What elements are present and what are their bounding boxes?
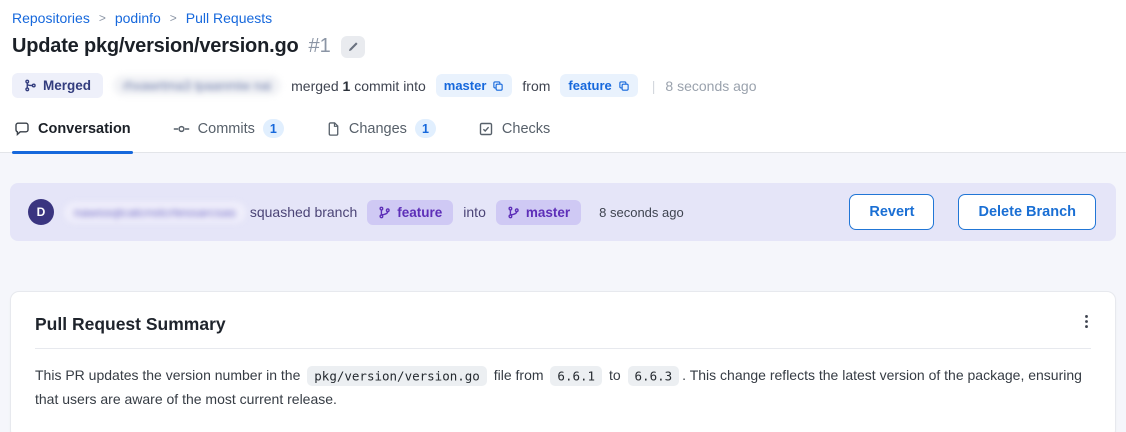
banner-timestamp: 8 seconds ago — [599, 205, 684, 220]
pr-number: #1 — [309, 35, 331, 58]
source-branch-chip[interactable]: feature — [560, 74, 637, 97]
merge-timestamp: 8 seconds ago — [665, 78, 756, 94]
into-label: into — [463, 204, 486, 220]
author-name-redacted: rhxawrtma3 tpaanmiw nai — [113, 75, 281, 96]
target-branch-chip[interactable]: master — [436, 74, 513, 97]
body-text: to — [605, 367, 624, 383]
tab-label: Commits — [198, 121, 255, 137]
breadcrumb: Repositories > podinfo > Pull Requests — [12, 10, 1112, 26]
breadcrumb-separator: > — [170, 11, 177, 25]
banner-author-redacted: nawssqtcatcnstcrtessarcsas — [64, 202, 246, 223]
tab-label: Conversation — [38, 121, 131, 137]
divider: | — [652, 78, 656, 94]
banner-action-text: squashed branch — [250, 204, 357, 220]
checklist-icon — [478, 121, 494, 137]
pull-request-summary-card: Pull Request Summary This PR updates the… — [10, 291, 1116, 432]
comment-icon — [14, 121, 30, 137]
kebab-menu-icon — [1079, 314, 1094, 329]
tab-label: Checks — [502, 121, 550, 137]
merge-result-banner: D nawssqtcatcnstcrtessarcsas squashed br… — [10, 183, 1116, 241]
file-icon — [326, 121, 341, 137]
code-new-version: 6.6.3 — [628, 366, 680, 386]
breadcrumb-pull-requests[interactable]: Pull Requests — [186, 10, 272, 26]
copy-icon[interactable] — [618, 80, 630, 92]
breadcrumb-repositories[interactable]: Repositories — [12, 10, 90, 26]
card-menu-button[interactable] — [1073, 308, 1099, 334]
status-badge: Merged — [12, 73, 103, 98]
breadcrumb-podinfo[interactable]: podinfo — [115, 10, 161, 26]
merge-status-row: Merged rhxawrtma3 tpaanmiw nai merged 1 … — [12, 73, 1112, 98]
tab-conversation[interactable]: Conversation — [12, 117, 133, 152]
pencil-icon — [347, 41, 359, 53]
git-branch-icon — [378, 206, 391, 219]
body-text: This PR updates the version number in th… — [35, 367, 304, 383]
status-badge-label: Merged — [43, 78, 91, 93]
pr-tabs: Conversation Commits 1 Changes 1 Checks — [0, 117, 1126, 153]
merge-action-pre: merged — [291, 78, 338, 94]
card-body: This PR updates the version number in th… — [35, 364, 1091, 412]
body-text: file from — [490, 367, 548, 383]
git-branch-icon — [507, 206, 520, 219]
code-old-version: 6.6.1 — [550, 366, 602, 386]
delete-branch-button[interactable]: Delete Branch — [958, 194, 1096, 230]
from-label: from — [522, 78, 550, 94]
commit-icon — [173, 121, 190, 137]
card-title: Pull Request Summary — [35, 314, 1091, 349]
tab-commits[interactable]: Commits 1 — [171, 117, 286, 152]
target-branch-label: master — [444, 78, 487, 93]
banner-target-branch-pill[interactable]: master — [496, 200, 581, 225]
page-title: Update pkg/version/version.go — [12, 35, 299, 58]
copy-icon[interactable] — [492, 80, 504, 92]
commit-count: 1 — [343, 78, 351, 94]
revert-button[interactable]: Revert — [849, 194, 934, 230]
source-branch-label: feature — [568, 78, 611, 93]
changes-count-badge: 1 — [415, 119, 436, 138]
tab-label: Changes — [349, 121, 407, 137]
code-file-path: pkg/version/version.go — [307, 366, 487, 386]
page-header: Repositories > podinfo > Pull Requests U… — [0, 0, 1126, 98]
avatar[interactable]: D — [28, 199, 54, 225]
breadcrumb-separator: > — [99, 11, 106, 25]
banner-source-branch-label: feature — [397, 205, 442, 220]
edit-title-button[interactable] — [341, 36, 365, 58]
tab-changes[interactable]: Changes 1 — [324, 117, 438, 152]
banner-target-branch-label: master — [526, 205, 570, 220]
git-merge-icon — [24, 79, 37, 92]
title-row: Update pkg/version/version.go #1 — [12, 35, 1112, 58]
commits-count-badge: 1 — [263, 119, 284, 138]
banner-source-branch-pill[interactable]: feature — [367, 200, 453, 225]
merge-action-post: commit into — [354, 78, 426, 94]
merge-action-text: merged 1 commit into — [291, 78, 426, 94]
content-area: D nawssqtcatcnstcrtessarcsas squashed br… — [0, 153, 1126, 432]
tab-checks[interactable]: Checks — [476, 117, 552, 152]
